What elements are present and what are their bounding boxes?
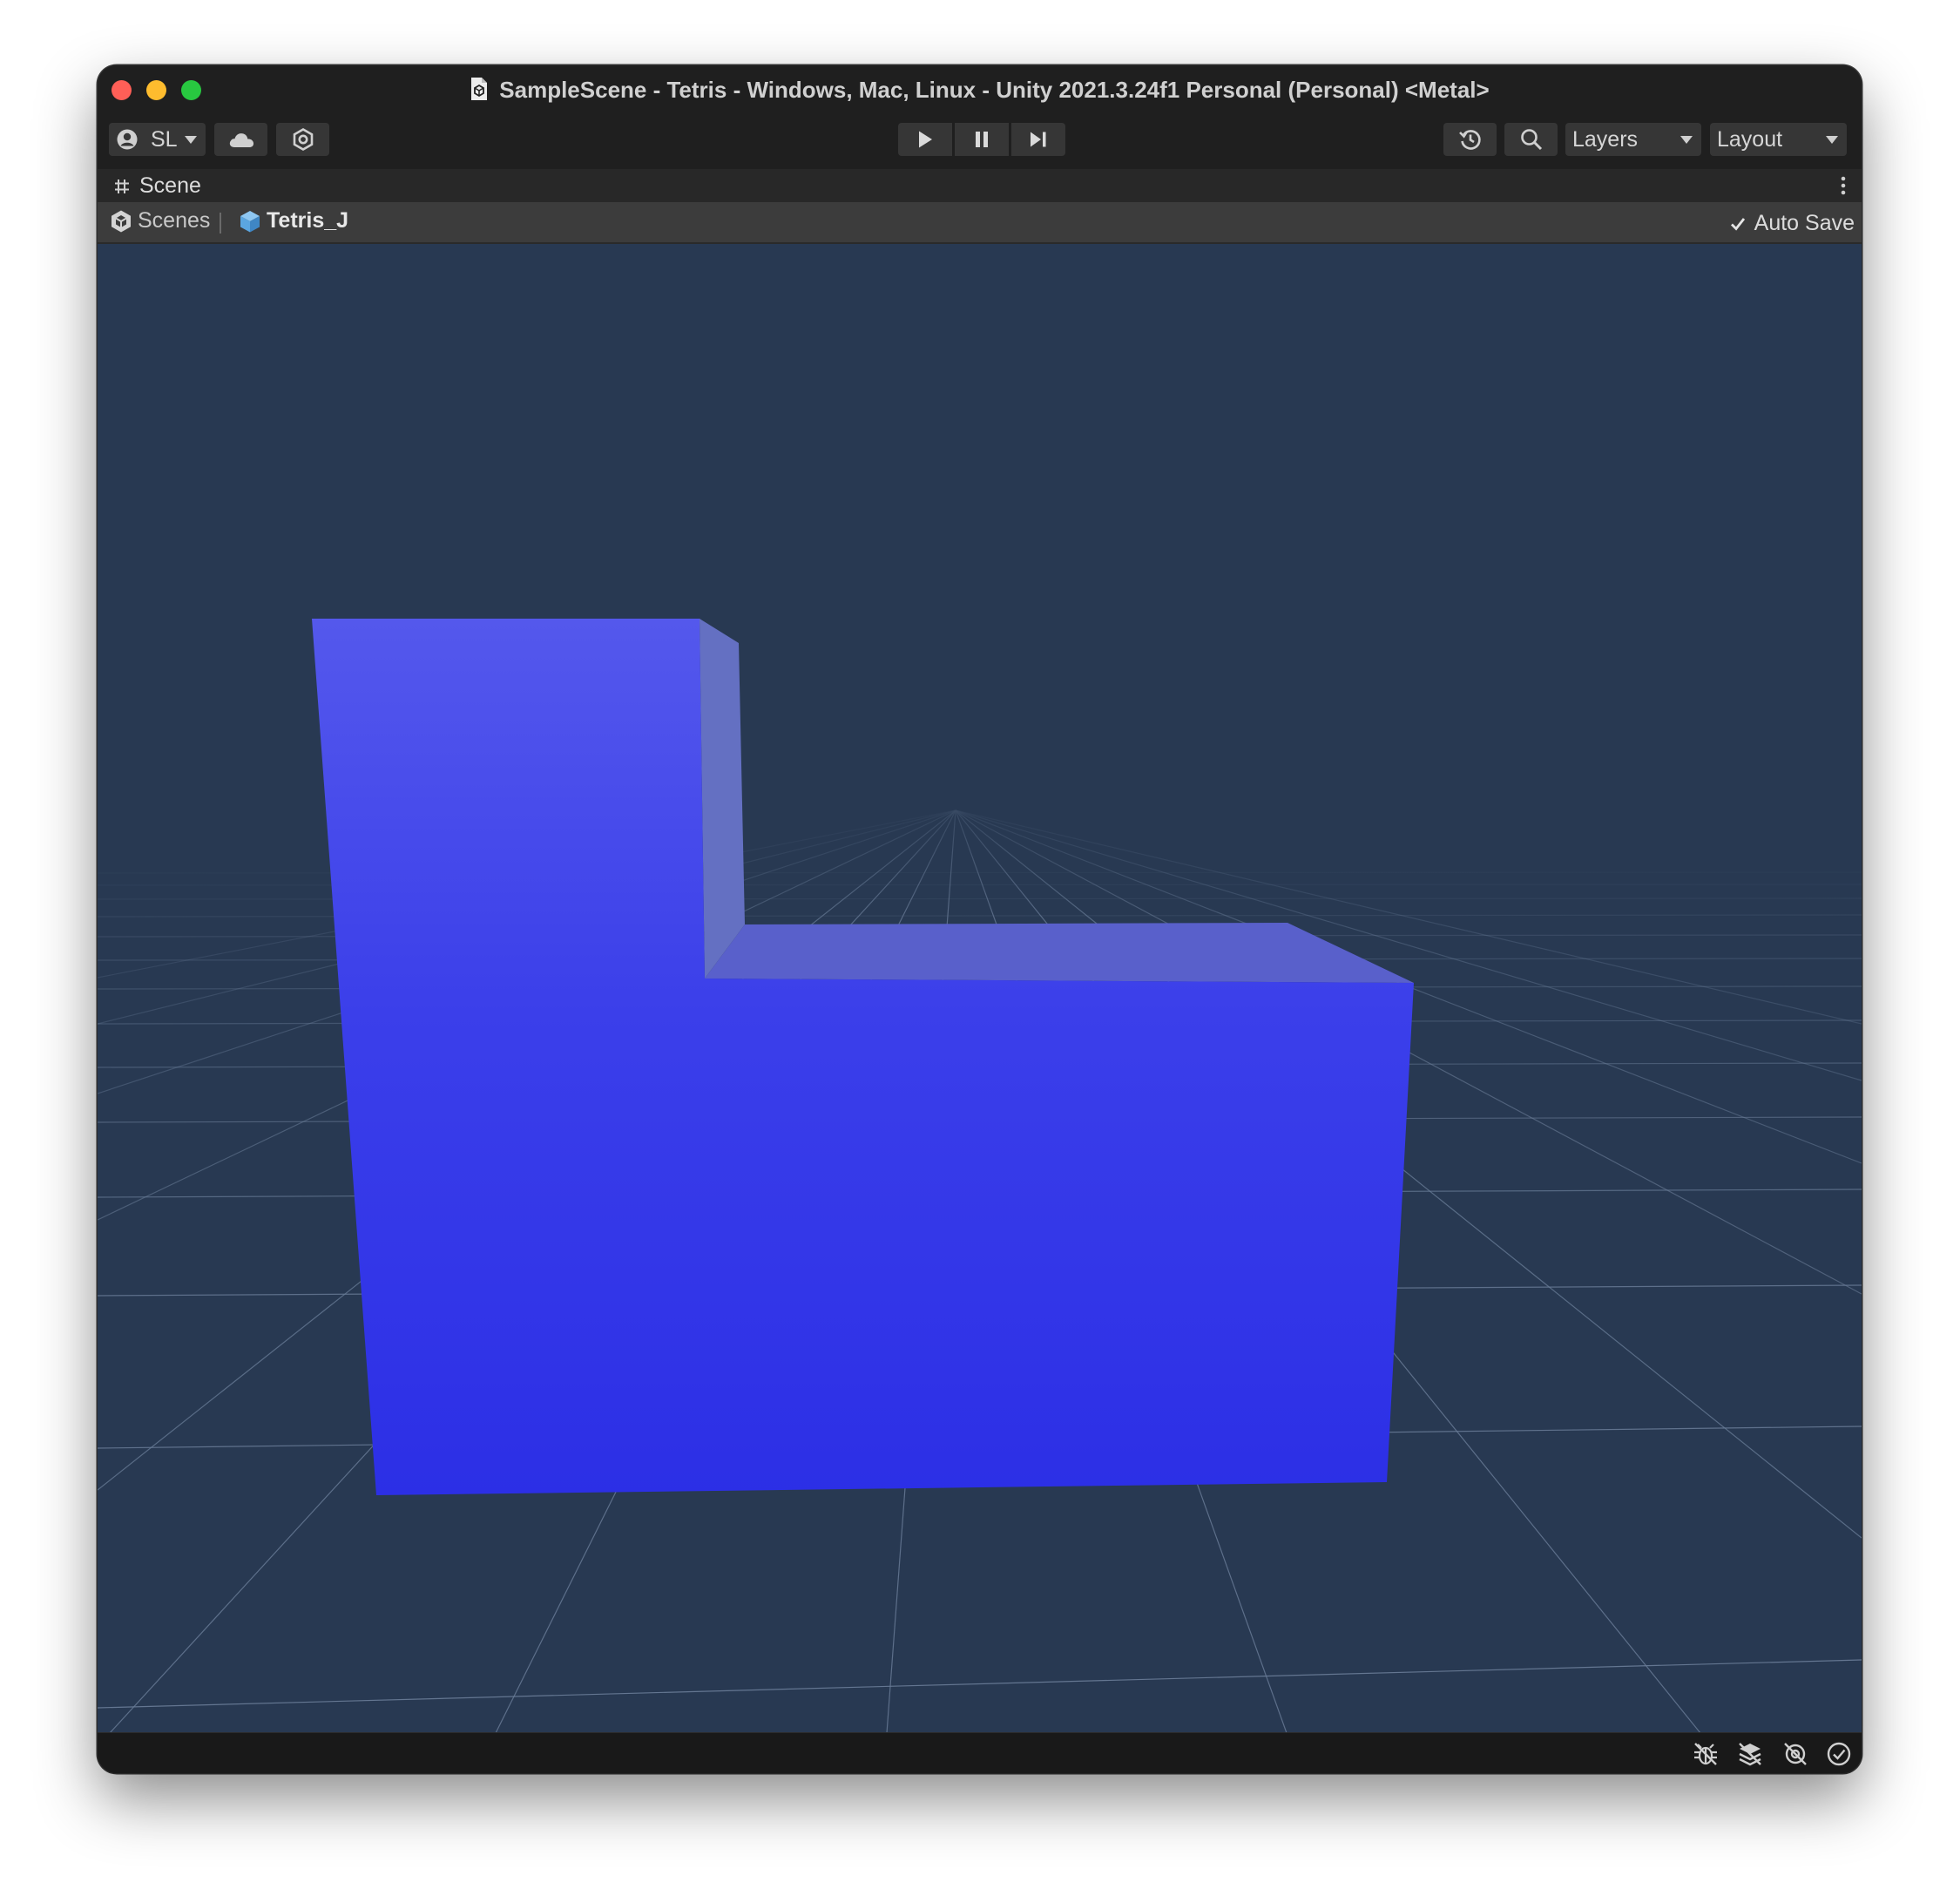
debug-icon[interactable] — [1692, 1740, 1720, 1768]
scene-canvas[interactable] — [98, 244, 1862, 1733]
auto-save-label: Auto Save — [1754, 211, 1855, 235]
chevron-down-icon — [1680, 136, 1693, 144]
chevron-down-icon — [185, 136, 197, 144]
auto-save-toggle[interactable]: Auto Save — [1728, 211, 1855, 236]
check-circle-icon[interactable] — [1825, 1740, 1853, 1768]
play-button[interactable] — [898, 123, 952, 156]
chevron-down-icon — [1826, 136, 1838, 144]
collab-icon — [293, 128, 313, 151]
layers-label: Layers — [1572, 127, 1639, 152]
unity-window: SampleScene - Tetris - Windows, Mac, Lin… — [98, 65, 1862, 1773]
hidden-icon[interactable] — [1781, 1740, 1809, 1768]
account-icon — [117, 129, 138, 150]
collab-button[interactable] — [276, 123, 329, 156]
history-icon — [1458, 130, 1481, 150]
main-toolbar: SL Layers Layout — [98, 114, 1862, 169]
scene-tab-bar: Scene — [98, 169, 1862, 202]
breadcrumb-separator — [220, 213, 221, 234]
breadcrumb-scenes[interactable]: Scenes — [110, 208, 210, 234]
tetris-j-side-face — [700, 619, 745, 979]
account-dropdown[interactable]: SL — [109, 123, 206, 156]
tetris-j-object[interactable] — [312, 619, 1414, 1495]
title-bar: SampleScene - Tetris - Windows, Mac, Lin… — [98, 65, 1862, 114]
tetris-j-front-face — [312, 619, 1414, 1495]
layout-label: Layout — [1717, 127, 1783, 152]
layout-dropdown[interactable]: Layout — [1710, 123, 1847, 156]
search-icon — [1520, 129, 1542, 151]
tab-scene[interactable]: Scene — [113, 173, 201, 199]
pause-icon — [976, 132, 988, 147]
window-title-wrap: SampleScene - Tetris - Windows, Mac, Lin… — [98, 74, 1862, 105]
pause-button[interactable] — [955, 123, 1009, 156]
breadcrumb-root-label: Scenes — [138, 208, 211, 233]
prefab-cube-icon — [240, 210, 260, 232]
cloud-icon — [229, 133, 253, 147]
scene-viewport[interactable] — [98, 244, 1862, 1733]
play-icon — [919, 131, 932, 148]
more-options-icon[interactable] — [1841, 176, 1846, 195]
scene-tab-label: Scene — [139, 173, 201, 198]
unity-logo-icon — [112, 210, 131, 232]
checkbox-checked-icon[interactable] — [1728, 214, 1747, 234]
breadcrumb-current-label: Tetris_J — [267, 208, 349, 233]
history-button[interactable] — [1443, 123, 1497, 156]
breadcrumb-tetris-j[interactable]: Tetris_J — [239, 208, 348, 234]
account-label: SL — [151, 127, 178, 152]
unity-document-icon — [471, 78, 488, 100]
window-title: SampleScene - Tetris - Windows, Mac, Lin… — [499, 77, 1490, 103]
step-button[interactable] — [1011, 123, 1065, 156]
layers-dropdown[interactable]: Layers — [1565, 123, 1701, 156]
search-button[interactable] — [1504, 123, 1558, 156]
layers-stack-icon[interactable] — [1736, 1740, 1764, 1768]
cloud-button[interactable] — [214, 123, 267, 156]
grid-hash-icon — [115, 179, 129, 193]
step-icon — [1031, 132, 1046, 147]
status-bar — [98, 1732, 1862, 1773]
breadcrumb: Scenes Tetris_J Auto Save — [98, 202, 1862, 244]
